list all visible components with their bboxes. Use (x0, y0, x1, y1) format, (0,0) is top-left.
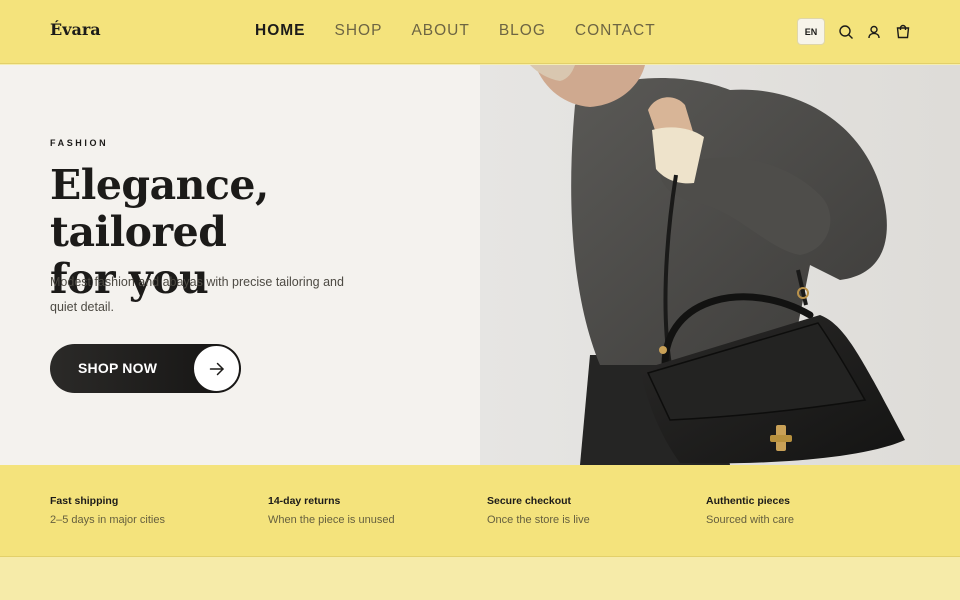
user-icon[interactable] (866, 24, 882, 40)
language-switcher[interactable]: EN (797, 18, 825, 45)
feature-item: Authentic pieces Sourced with care (706, 495, 916, 526)
nav-home[interactable]: HOME (255, 22, 306, 40)
feature-item: 14-day returns When the piece is unused (268, 495, 478, 526)
feature-strip: Fast shipping 2–5 days in major cities 1… (0, 465, 960, 557)
shop-now-button[interactable]: SHOP NOW (50, 344, 241, 393)
feature-title: Authentic pieces (706, 495, 791, 507)
main-nav: HOME SHOP ABOUT BLOG CONTACT (255, 22, 656, 40)
nav-shop[interactable]: SHOP (335, 22, 383, 40)
brand-logo[interactable]: Évara (50, 20, 101, 39)
feature-title: Secure checkout (487, 495, 572, 507)
bottom-band (0, 557, 960, 600)
feature-desc: 2–5 days in major cities (50, 514, 165, 526)
shop-now-label: SHOP NOW (78, 360, 158, 376)
feature-item: Secure checkout Once the store is live (487, 495, 697, 526)
headline-line-1: Elegance, tailored (50, 161, 269, 256)
search-icon[interactable] (838, 24, 854, 40)
hero-eyebrow: FASHION (50, 138, 109, 148)
feature-title: 14-day returns (268, 495, 341, 507)
arrow-right-icon[interactable] (193, 345, 240, 392)
nav-about[interactable]: ABOUT (411, 22, 469, 40)
hero-subtext: Modest fashion and abayas with precise t… (50, 275, 344, 314)
feature-item: Fast shipping 2–5 days in major cities (50, 495, 260, 526)
site-header: Évara HOME SHOP ABOUT BLOG CONTACT EN (0, 0, 960, 64)
feature-desc: Sourced with care (706, 514, 795, 526)
feature-desc: When the piece is unused (268, 514, 395, 526)
feature-title: Fast shipping (50, 495, 119, 507)
feature-desc: Once the store is live (487, 514, 590, 526)
hero-image (480, 65, 960, 465)
nav-contact[interactable]: CONTACT (575, 22, 656, 40)
cart-icon[interactable] (895, 24, 911, 40)
nav-blog[interactable]: BLOG (499, 22, 546, 40)
